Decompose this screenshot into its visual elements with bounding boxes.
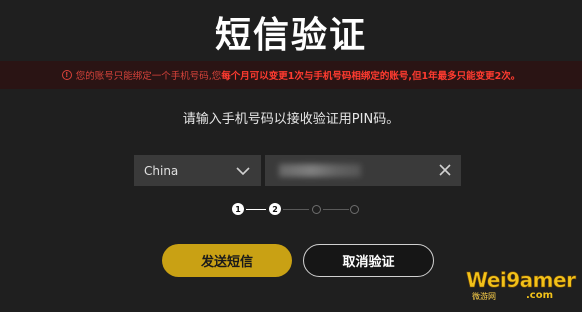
watermark-subtext: 微游网 (472, 292, 496, 301)
close-icon (439, 164, 451, 176)
step-2: 2 (269, 203, 281, 215)
chevron-down-icon (236, 166, 250, 175)
step-4 (350, 204, 359, 214)
redacted-phone-number (279, 164, 361, 177)
alert-circle-icon: ! (61, 70, 72, 80)
progress-steps: 1 2 (232, 201, 362, 217)
phone-field[interactable] (265, 155, 461, 186)
watermark-domain: .com (526, 290, 554, 301)
cancel-verification-button[interactable]: 取消验证 (303, 244, 434, 277)
country-select[interactable]: China (134, 155, 261, 186)
step-3 (312, 204, 321, 214)
page-title: 短信验证 (214, 15, 367, 56)
warning-text-emphasis: 每个月可以变更1次与手机号码相绑定的账号,但1年最多只能变更2次。 (221, 71, 521, 82)
watermark-logo: Wei9amer 微游网 .com (466, 268, 578, 308)
step-connector (283, 208, 309, 210)
warning-text: 您的账号只能绑定一个手机号码,您 (75, 71, 222, 82)
send-sms-button[interactable]: 发送短信 (162, 244, 292, 277)
instruction-text: 请输入手机号码以接收验证用PIN码。 (182, 112, 400, 127)
clear-input-button[interactable] (437, 162, 453, 178)
warning-banner: ! 您的账号只能绑定一个手机号码,您 每个月可以变更1次与手机号码相绑定的账号,但… (0, 61, 582, 89)
country-select-value: China (144, 163, 179, 178)
step-1: 1 (232, 203, 244, 215)
step-connector (246, 208, 266, 210)
step-connector (323, 208, 349, 210)
watermark-text: Wei9amer (466, 268, 577, 293)
